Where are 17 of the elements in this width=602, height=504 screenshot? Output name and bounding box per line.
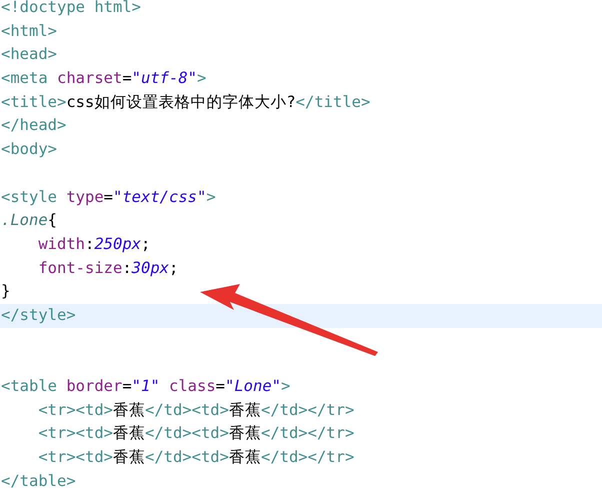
code-line: width:250px; bbox=[37, 234, 152, 255]
code-line: <meta charset="utf-8"> bbox=[0, 68, 208, 90]
code-line: <html> bbox=[0, 20, 58, 42]
code-line: <tr><td>香蕉</td><td>香蕉</td></tr> bbox=[37, 447, 356, 468]
code-line: <tr><td>香蕉</td><td>香蕉</td></tr> bbox=[37, 423, 356, 444]
code-line: .Lone{ bbox=[0, 210, 58, 232]
code-line: <style type="text/css"> bbox=[0, 186, 217, 208]
code-line: <!doctype html> bbox=[0, 0, 142, 18]
code-line: <head> bbox=[0, 44, 58, 66]
code-line: <title>css如何设置表格中的字体大小?</title> bbox=[0, 92, 372, 113]
code-line: </table> bbox=[0, 470, 77, 492]
code-line: </head> bbox=[0, 115, 68, 136]
code-line: <table border="1" class="Lone"> bbox=[0, 376, 292, 397]
code-line: } bbox=[0, 281, 12, 302]
code-line: <tr><td>香蕉</td><td>香蕉</td></tr> bbox=[37, 400, 356, 421]
code-line: font-size:30px; bbox=[37, 258, 180, 279]
code-line: <body> bbox=[0, 139, 58, 160]
